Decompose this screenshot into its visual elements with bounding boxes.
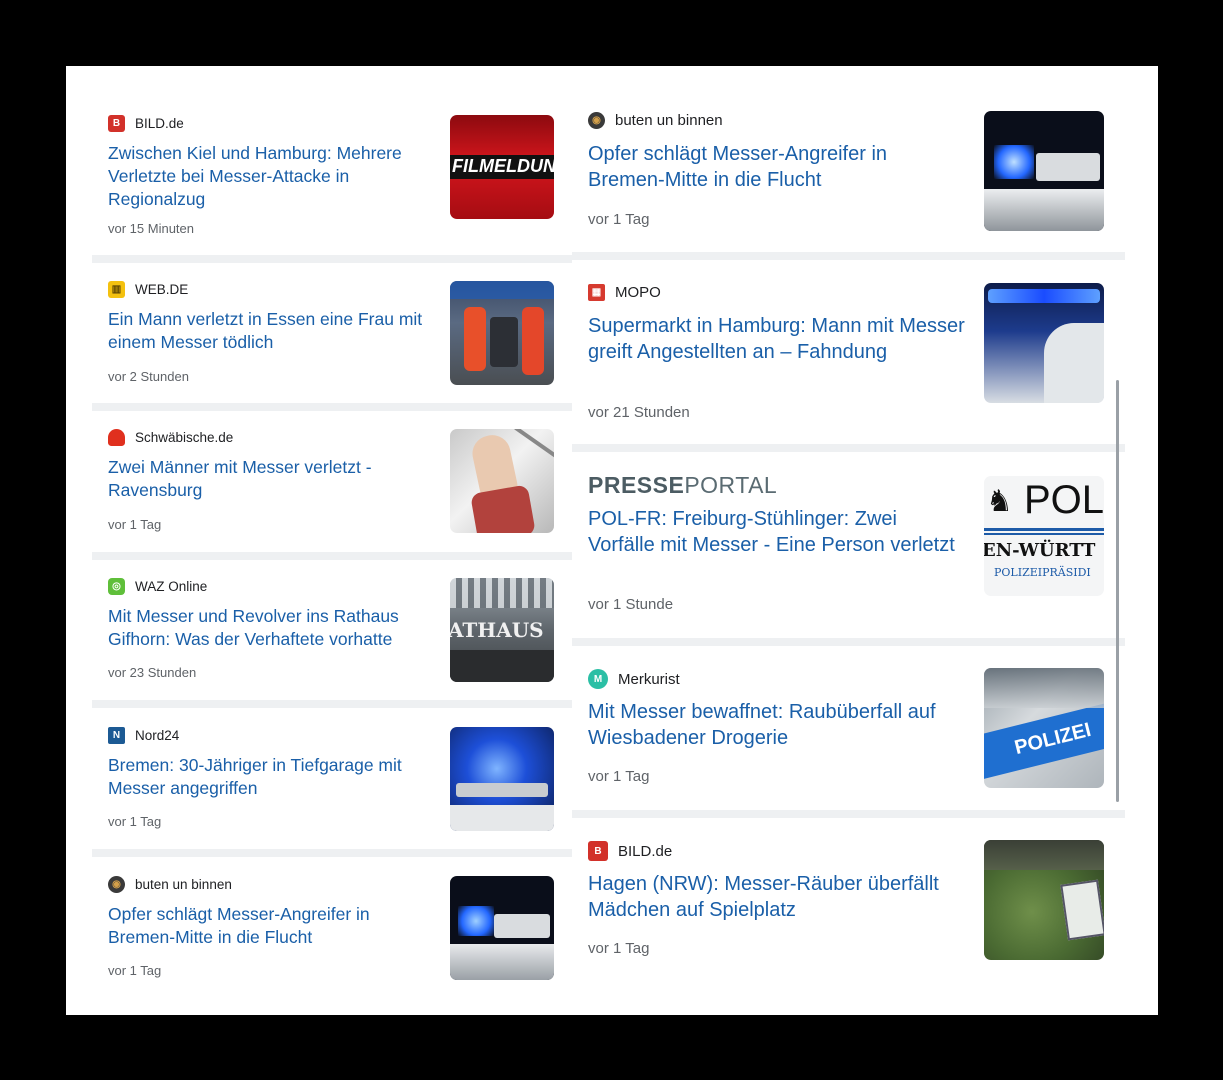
source-row: B BILD.de (588, 841, 672, 861)
article-time: vor 23 Stunden (108, 665, 197, 680)
article-time: vor 2 Stunden (108, 369, 189, 384)
article-time: vor 21 Stunden (588, 404, 690, 421)
schwaebische-logo-icon (108, 429, 125, 446)
separator (572, 638, 1125, 646)
article-thumbnail[interactable] (450, 281, 554, 385)
source-row: ◉ buten un binnen (588, 112, 723, 129)
source-name: Nord24 (135, 728, 180, 743)
source-name: BILD.de (135, 116, 184, 131)
source-name: Schwäbische.de (135, 430, 234, 445)
bild-logo-icon: B (588, 841, 608, 861)
source-row: ◉ buten un binnen (108, 876, 232, 893)
news-card[interactable]: ▥ WEB.DE Ein Mann verletzt in Essen eine… (92, 270, 572, 402)
news-card[interactable]: ◉ buten un binnen Opfer schlägt Messer-A… (572, 106, 1125, 250)
source-row: ◎ WAZ Online (108, 578, 207, 595)
article-time: vor 15 Minuten (108, 221, 194, 236)
bild-logo-icon: B (108, 115, 125, 132)
article-thumbnail[interactable] (450, 876, 554, 980)
presseportal-logo: PRESSEPORTAL (588, 472, 777, 499)
article-title[interactable]: Supermarkt in Hamburg: Mann mit Messer g… (588, 313, 968, 365)
butenunbinnen-logo-icon: ◉ (108, 876, 125, 893)
article-thumbnail[interactable]: ATHAUS (450, 578, 554, 682)
article-time: vor 1 Tag (108, 517, 162, 532)
news-card[interactable]: N Nord24 Bremen: 30-Jähriger in Tiefgara… (92, 716, 572, 848)
separator (572, 444, 1125, 452)
thumbnail-text: FILMELDUN (452, 156, 554, 176)
butenunbinnen-logo-icon: ◉ (588, 112, 605, 129)
news-card[interactable]: ◎ WAZ Online Mit Messer und Revolver ins… (92, 567, 572, 699)
thumbnail-text: POLIZEIPRÄSIDI (994, 566, 1091, 579)
article-thumbnail[interactable] (984, 111, 1104, 231)
eagle-icon: ♞ (986, 485, 1013, 518)
source-name: WAZ Online (135, 579, 208, 594)
article-title[interactable]: Zwei Männer mit Messer verletzt - Ravens… (108, 456, 430, 502)
merkurist-logo-icon: M (588, 669, 608, 689)
source-row: Schwäbische.de (108, 429, 233, 446)
article-thumbnail[interactable]: FILMELDUN (450, 115, 554, 219)
article-title[interactable]: POL-FR: Freiburg-Stühlinger: Zwei Vorfäl… (588, 506, 968, 558)
source-row: ▦ MOPO (588, 284, 661, 301)
article-time: vor 1 Stunde (588, 596, 674, 613)
presseportal-logo-bold: PRESSE (588, 472, 685, 498)
article-time: vor 1 Tag (588, 211, 650, 228)
article-title[interactable]: Ein Mann verletzt in Essen eine Frau mit… (108, 308, 430, 354)
separator (572, 252, 1125, 260)
scrollbar[interactable] (1116, 380, 1119, 802)
article-title[interactable]: Zwischen Kiel und Hamburg: Mehrere Verle… (108, 142, 430, 211)
source-name: buten un binnen (615, 112, 723, 129)
article-thumbnail[interactable]: POLIZEI (984, 668, 1104, 788)
article-thumbnail[interactable] (984, 840, 1104, 960)
article-title[interactable]: Hagen (NRW): Messer-Räuber überfällt Mäd… (588, 871, 968, 923)
mopo-logo-icon: ▦ (588, 284, 605, 301)
article-thumbnail[interactable]: ♞ POL EN-WÜRTT POLIZEIPRÄSIDI (984, 476, 1104, 596)
separator (92, 403, 572, 411)
thumbnail-text: POL (1024, 478, 1104, 522)
article-title[interactable]: Bremen: 30-Jähriger in Tiefgarage mit Me… (108, 754, 430, 800)
separator (92, 700, 572, 708)
thumbnail-text: EN-WÜRTT (984, 540, 1096, 561)
separator (92, 255, 572, 263)
news-card[interactable]: ▦ MOPO Supermarkt in Hamburg: Mann mit M… (572, 266, 1125, 442)
thumbnail-text: ATHAUS (450, 618, 544, 642)
separator (92, 849, 572, 857)
article-title[interactable]: Opfer schlägt Messer-Angreifer in Bremen… (108, 903, 430, 949)
article-thumbnail[interactable] (984, 283, 1104, 403)
article-thumbnail[interactable] (450, 429, 554, 533)
news-card[interactable]: M Merkurist Mit Messer bewaffnet: Raubüb… (572, 652, 1125, 808)
separator (572, 810, 1125, 818)
source-row: B BILD.de (108, 115, 184, 132)
news-card[interactable]: Schwäbische.de Zwei Männer mit Messer ve… (92, 418, 572, 550)
webde-logo-icon: ▥ (108, 281, 125, 298)
article-title[interactable]: Opfer schlägt Messer-Angreifer in Bremen… (588, 141, 968, 193)
news-card[interactable]: B BILD.de Zwischen Kiel und Hamburg: Meh… (92, 106, 572, 254)
article-time: vor 1 Tag (588, 940, 650, 957)
article-time: vor 1 Tag (108, 963, 162, 978)
article-title[interactable]: Mit Messer und Revolver ins Rathaus Gifh… (108, 605, 430, 651)
article-time: vor 1 Tag (108, 814, 162, 829)
source-name: Merkurist (618, 670, 680, 688)
source-name: BILD.de (618, 842, 673, 860)
source-name: MOPO (615, 284, 661, 301)
source-row: N Nord24 (108, 727, 179, 744)
news-card[interactable]: B BILD.de Hagen (NRW): Messer-Räuber übe… (572, 824, 1125, 984)
article-title[interactable]: Mit Messer bewaffnet: Raubüberfall auf W… (588, 699, 968, 751)
article-time: vor 1 Tag (588, 768, 650, 785)
source-name: WEB.DE (135, 282, 189, 297)
news-feed: B BILD.de Zwischen Kiel und Hamburg: Meh… (66, 66, 1158, 1015)
separator (92, 552, 572, 560)
waz-logo-icon: ◎ (108, 578, 125, 595)
news-card[interactable]: ◉ buten un binnen Opfer schlägt Messer-A… (92, 865, 572, 997)
news-card[interactable]: PRESSEPORTAL POL-FR: Freiburg-Stühlinger… (572, 458, 1125, 636)
article-thumbnail[interactable] (450, 727, 554, 831)
presseportal-logo-light: PORTAL (684, 472, 778, 498)
source-row: ▥ WEB.DE (108, 281, 188, 298)
source-name: buten un binnen (135, 877, 232, 892)
source-row: M Merkurist (588, 669, 680, 689)
nord24-logo-icon: N (108, 727, 125, 744)
